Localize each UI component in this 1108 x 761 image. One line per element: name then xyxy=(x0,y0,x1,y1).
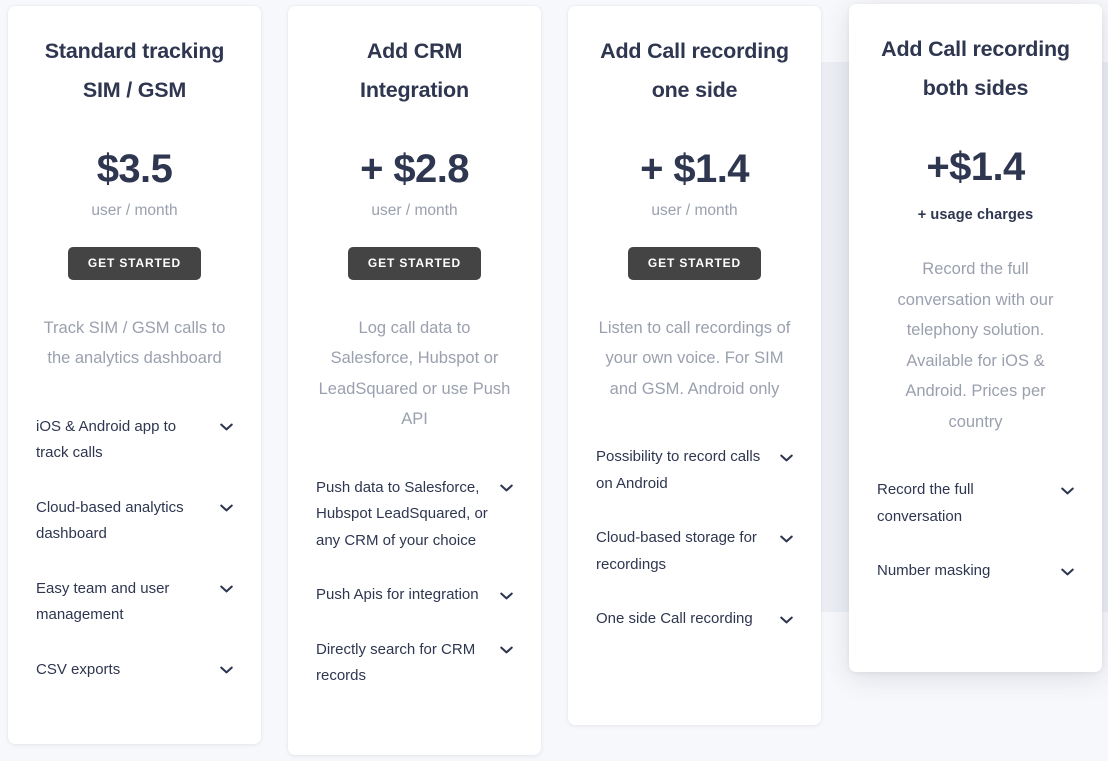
feature-accordion-item[interactable]: Cloud-based analytics dashboard xyxy=(36,481,233,562)
feature-accordion-item[interactable]: Easy team and user management xyxy=(36,562,233,643)
feature-label: Push Apis for integration xyxy=(316,586,479,604)
cta-wrapper: GET STARTED xyxy=(36,221,233,280)
card-title-line-1: Add CRM xyxy=(366,39,463,63)
feature-accordion-item[interactable]: Push data to Salesforce, Hubspot LeadSqu… xyxy=(316,461,513,569)
chevron-down-icon[interactable] xyxy=(780,444,793,471)
price-amount: + $1.4 xyxy=(640,147,749,191)
card-description: Listen to call recordings of your own vo… xyxy=(598,318,791,398)
feature-accordion-item[interactable]: Directly search for CRM records xyxy=(316,623,513,704)
pricing-card-grid: Standard tracking SIM / GSM $3.5 user / … xyxy=(0,0,1108,761)
price-amount: + $2.8 xyxy=(360,147,469,191)
card-title-line-1: Add Call recording xyxy=(881,37,1070,61)
pricing-card-call-recording-one-side[interactable]: Add Call recording one side + $1.4 user … xyxy=(568,6,821,725)
cta-wrapper: GET STARTED xyxy=(316,221,513,280)
chevron-down-icon[interactable] xyxy=(1061,477,1074,504)
feature-accordion-list: Push data to Salesforce, Hubspot LeadSqu… xyxy=(316,435,513,704)
feature-label: iOS & Android app to track calls xyxy=(36,417,177,462)
feature-accordion-item[interactable]: Cloud-based storage for recordings xyxy=(596,511,793,592)
price-amount: $3.5 xyxy=(96,147,173,191)
feature-label: Possibility to record calls on Android xyxy=(596,448,761,492)
card-description: Record the full conversation with our te… xyxy=(897,260,1054,431)
card-description: Log call data to Salesforce, Hubspot or … xyxy=(318,318,511,429)
feature-label: Number masking xyxy=(877,562,991,580)
feature-label: One side Call recording xyxy=(596,610,753,628)
chevron-down-icon[interactable] xyxy=(220,495,233,522)
price-unit: user / month xyxy=(371,201,458,219)
price-block: +$1.4 + usage charges xyxy=(877,108,1074,224)
card-title: Add Call recording one side xyxy=(596,6,793,110)
chevron-down-icon[interactable] xyxy=(780,606,793,633)
card-title-line-1: Add Call recording xyxy=(600,39,789,63)
price-unit: + usage charges xyxy=(917,206,1034,223)
feature-label: CSV exports xyxy=(36,660,121,678)
get-started-button[interactable]: GET STARTED xyxy=(347,246,482,280)
feature-accordion-item[interactable]: One side Call recording xyxy=(596,592,793,647)
price-block: + $1.4 user / month xyxy=(596,110,793,221)
get-started-button[interactable]: GET STARTED xyxy=(67,246,202,280)
feature-accordion-list: Possibility to record calls on Android C… xyxy=(596,404,793,647)
feature-accordion-list: iOS & Android app to track calls Cloud-b… xyxy=(36,374,233,698)
chevron-down-icon[interactable] xyxy=(1061,558,1074,585)
feature-accordion-item[interactable]: iOS & Android app to track calls xyxy=(36,400,233,481)
feature-label: Directly search for CRM records xyxy=(316,640,476,685)
price-amount: +$1.4 xyxy=(926,145,1025,189)
feature-accordion-list: Record the full conversation Number mask… xyxy=(877,437,1074,599)
chevron-down-icon[interactable] xyxy=(220,657,233,684)
feature-label: Record the full conversation xyxy=(877,481,974,525)
feature-label: Push data to Salesforce, Hubspot LeadSqu… xyxy=(316,478,488,549)
feature-accordion-item[interactable]: Number masking xyxy=(877,544,1074,599)
chevron-down-icon[interactable] xyxy=(220,576,233,603)
card-title: Standard tracking SIM / GSM xyxy=(36,6,233,110)
feature-accordion-item[interactable]: Record the full conversation xyxy=(877,463,1074,544)
chevron-down-icon[interactable] xyxy=(500,637,513,664)
chevron-down-icon[interactable] xyxy=(220,414,233,441)
card-title-line-2: one side xyxy=(651,78,738,102)
cta-wrapper: GET STARTED xyxy=(596,221,793,280)
feature-label: Cloud-based analytics dashboard xyxy=(36,498,184,543)
chevron-down-icon[interactable] xyxy=(500,582,513,609)
price-unit: user / month xyxy=(91,201,178,219)
price-block: $3.5 user / month xyxy=(36,110,233,221)
card-title: Add CRM Integration xyxy=(316,6,513,110)
pricing-card-call-recording-both-sides[interactable]: Add Call recording both sides +$1.4 + us… xyxy=(849,4,1102,672)
pricing-card-standard-tracking[interactable]: Standard tracking SIM / GSM $3.5 user / … xyxy=(8,6,261,744)
feature-label: Cloud-based storage for recordings xyxy=(596,529,757,573)
feature-accordion-item[interactable]: Push Apis for integration xyxy=(316,568,513,623)
pricing-card-crm-integration[interactable]: Add CRM Integration + $2.8 user / month … xyxy=(288,6,541,755)
card-title-line-2: both sides xyxy=(922,76,1029,100)
chevron-down-icon[interactable] xyxy=(780,525,793,552)
card-title: Add Call recording both sides xyxy=(877,4,1074,108)
price-block: + $2.8 user / month xyxy=(316,110,513,221)
price-unit: user / month xyxy=(651,201,738,219)
card-title-line-2: SIM / GSM xyxy=(82,78,187,102)
card-description: Track SIM / GSM calls to the analytics d… xyxy=(43,318,226,368)
feature-label: Easy team and user management xyxy=(36,579,170,624)
get-started-button[interactable]: GET STARTED xyxy=(627,246,762,280)
feature-accordion-item[interactable]: Possibility to record calls on Android xyxy=(596,430,793,511)
chevron-down-icon[interactable] xyxy=(500,475,513,502)
card-title-line-2: Integration xyxy=(360,78,469,102)
feature-accordion-item[interactable]: CSV exports xyxy=(36,643,233,698)
card-title-line-1: Standard tracking xyxy=(44,39,225,63)
